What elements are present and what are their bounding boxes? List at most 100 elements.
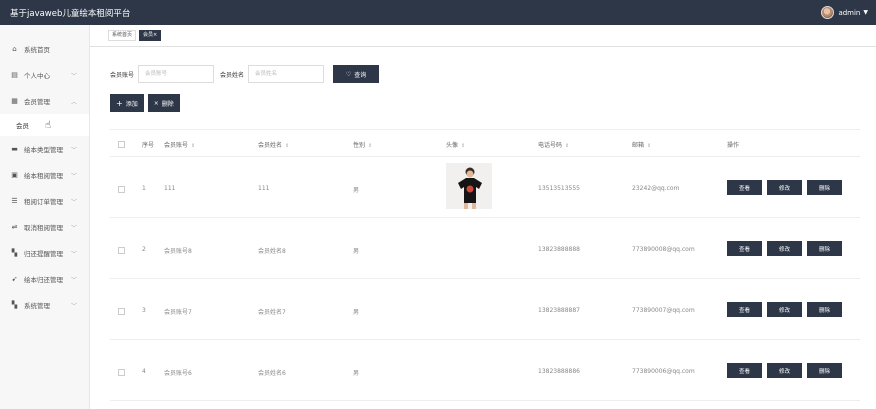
view-button[interactable]: 查看 xyxy=(727,241,762,256)
cell-account: 111 xyxy=(164,185,176,192)
edit-button[interactable]: 修改 xyxy=(767,302,802,317)
caret-down-icon[interactable]: ▼ xyxy=(863,9,868,16)
column-header[interactable]: 性别 ⇕ xyxy=(353,140,372,149)
member-table: 序号 会员账号 ⇕ 会员姓名 ⇕ 性别 ⇕ 头像 ⇕ 电话号码 ⇕ 邮箱 ⇕ 操作 1 111 111 男 1351… xyxy=(110,129,860,401)
add-button[interactable]: + 添加 xyxy=(110,94,144,112)
edit-button[interactable]: 修改 xyxy=(767,241,802,256)
sidebar-item-6[interactable]: ⇌ 取消租阅管理 ﹀ xyxy=(0,214,89,240)
row-actions: 查看 修改 删除 xyxy=(727,241,842,256)
hand-cursor-icon: ☝ xyxy=(45,120,52,131)
column-header[interactable]: 头像 ⇕ xyxy=(446,140,465,149)
edit-button[interactable]: 修改 xyxy=(767,180,802,195)
sort-icon[interactable]: ⇕ xyxy=(191,143,195,149)
list-icon: ☰ xyxy=(11,197,18,205)
name-search-input[interactable]: 会员姓名 xyxy=(248,65,325,83)
delete-label: 删除 xyxy=(161,100,174,108)
sidebar-item-1[interactable]: ▤ 个人中心 ﹀ xyxy=(0,62,89,88)
sidebar-item-label: 绘本类型管理 xyxy=(24,146,63,154)
sidebar-item-3[interactable]: ▬ 绘本类型管理 ﹀ xyxy=(0,136,89,162)
column-header[interactable]: 序号 xyxy=(142,140,154,149)
sort-icon[interactable]: ⇕ xyxy=(565,143,569,149)
column-header-label: 会员账号 xyxy=(164,142,189,149)
column-header[interactable]: 电话号码 ⇕ xyxy=(538,140,569,149)
column-header[interactable]: 邮箱 ⇕ xyxy=(632,140,651,149)
avatar-image xyxy=(446,163,492,209)
cell-phone: 13823888888 xyxy=(538,246,580,253)
close-icon: × xyxy=(153,99,159,107)
sidebar-item-label: 个人中心 xyxy=(24,72,50,80)
chevron-icon: ︿ xyxy=(70,98,77,106)
sort-icon[interactable]: ⇕ xyxy=(368,143,372,149)
username[interactable]: admin xyxy=(838,9,860,17)
view-button[interactable]: 查看 xyxy=(727,180,762,195)
column-header[interactable]: 会员账号 ⇕ xyxy=(164,140,195,149)
add-label: 添加 xyxy=(125,100,138,108)
row-actions: 查看 修改 删除 xyxy=(727,180,842,195)
sort-icon[interactable]: ⇕ xyxy=(285,143,289,149)
column-header-label: 序号 xyxy=(142,142,155,149)
view-button[interactable]: 查看 xyxy=(727,302,762,317)
cell-index: 2 xyxy=(142,246,146,253)
sort-icon[interactable]: ⇕ xyxy=(461,143,465,149)
sidebar-item-4[interactable]: ▣ 绘本租阅管理 ﹀ xyxy=(0,162,89,188)
account-search-input[interactable]: 会员账号 xyxy=(138,65,215,83)
user-menu[interactable]: admin ▼ xyxy=(821,6,868,19)
sidebar-item-7[interactable]: ▚ 归还提醒管理 ﹀ xyxy=(0,240,89,266)
sidebar-item-8[interactable]: ➹ 绘本归还管理 ﹀ xyxy=(0,266,89,292)
cell-name: 会员姓名7 xyxy=(258,309,286,316)
column-header[interactable]: 会员姓名 ⇕ xyxy=(258,140,289,149)
sidebar-item-2[interactable]: ▦ 会员管理 ︿ xyxy=(0,88,89,114)
chevron-icon: ﹀ xyxy=(70,302,77,310)
sidebar-item-5[interactable]: ☰ 租阅订单管理 ﹀ xyxy=(0,188,89,214)
cell-gender: 男 xyxy=(353,248,360,255)
row-actions: 查看 修改 删除 xyxy=(727,302,842,317)
delete-button[interactable]: 删除 xyxy=(807,363,842,378)
delete-button[interactable]: 删除 xyxy=(807,241,842,256)
cell-phone: 13823888886 xyxy=(538,368,580,375)
cell-email: 23242@qq.com xyxy=(632,185,680,192)
heart-icon: ♡ xyxy=(345,70,352,78)
table-row: 2 会员账号8 会员姓名8 男 13823888888 773890008@qq.com 查… xyxy=(110,218,860,279)
table-row: 4 会员账号6 会员姓名6 男 13823888886 773890006@qq.com 查… xyxy=(110,340,860,401)
delete-button[interactable]: 删除 xyxy=(807,180,842,195)
select-all-checkbox[interactable] xyxy=(118,141,125,148)
row-checkbox[interactable] xyxy=(118,186,125,193)
sidebar-item-label: 会员管理 xyxy=(24,98,50,106)
avatar[interactable] xyxy=(821,6,835,19)
edit-button[interactable]: 修改 xyxy=(767,363,802,378)
query-button[interactable]: ♡ 查询 xyxy=(333,65,380,83)
sidebar-subitem-label: 会员 xyxy=(16,122,29,130)
apps-icon: ▚ xyxy=(11,249,18,257)
delete-button[interactable]: 删除 xyxy=(807,302,842,317)
column-header-label: 性别 xyxy=(353,142,366,149)
sort-icon[interactable]: ⇕ xyxy=(647,143,651,149)
row-checkbox[interactable] xyxy=(118,369,125,376)
batch-delete-button[interactable]: × 删除 xyxy=(147,94,180,112)
cell-index: 1 xyxy=(142,185,146,192)
table-header: 序号 会员账号 ⇕ 会员姓名 ⇕ 性别 ⇕ 头像 ⇕ 电话号码 ⇕ 邮箱 ⇕ 操作 xyxy=(110,130,860,157)
tab-1[interactable]: 会员× xyxy=(139,30,162,41)
chevron-icon: ﹀ xyxy=(70,250,77,258)
sidebar: ⌂ 系统首页 ▤ 个人中心 ﹀ ▦ 会员管理 ︿ 会员 ☝ ▬ 绘本类型管理 ﹀ ▣ 绘本租阅管理 ﹀ ☰ 租阅订… xyxy=(0,25,90,409)
row-actions: 查看 修改 删除 xyxy=(727,363,842,378)
view-button[interactable]: 查看 xyxy=(727,363,762,378)
row-checkbox[interactable] xyxy=(118,247,125,254)
tab-0[interactable]: 系统首页 xyxy=(108,30,137,41)
sidebar-item-label: 绘本租阅管理 xyxy=(24,172,63,180)
cell-phone: 13513513555 xyxy=(538,185,580,192)
cell-index: 3 xyxy=(142,307,146,314)
sliders-icon: ⇌ xyxy=(11,223,18,231)
cell-name: 111 xyxy=(258,185,270,192)
cell-gender: 男 xyxy=(353,187,360,194)
chevron-icon: ﹀ xyxy=(70,276,77,284)
sidebar-subitem-member[interactable]: 会员 ☝ xyxy=(0,114,89,136)
chevron-icon: ﹀ xyxy=(70,72,77,80)
column-header-label: 会员姓名 xyxy=(258,142,283,149)
sidebar-item-0[interactable]: ⌂ 系统首页 xyxy=(0,36,89,62)
row-checkbox[interactable] xyxy=(118,308,125,315)
plus-icon: + xyxy=(116,98,123,108)
send-icon: ➹ xyxy=(11,275,18,283)
book-icon: ▣ xyxy=(11,171,18,179)
sidebar-item-9[interactable]: ▚ 系统管理 ﹀ xyxy=(0,292,89,318)
table-row: 3 会员账号7 会员姓名7 男 13823888887 773890007@qq.com 查… xyxy=(110,279,860,340)
